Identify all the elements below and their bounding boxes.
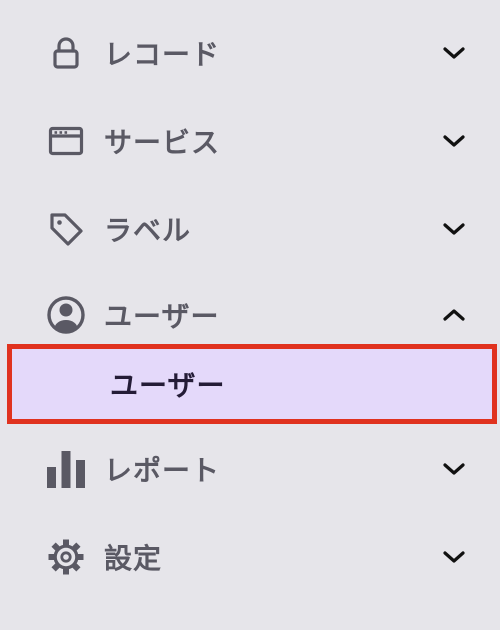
browser-window-icon	[44, 119, 88, 163]
menu-item-label: ラベル	[104, 214, 192, 247]
tag-icon	[44, 207, 88, 251]
user-circle-icon	[44, 293, 88, 337]
menu-item-label: サービス	[104, 126, 221, 159]
menu-item-label: ユーザー	[104, 300, 220, 333]
menu-item-label: レポート	[104, 454, 221, 487]
menu-item-label: レコード	[104, 38, 221, 71]
menu-item-records[interactable]: レコード	[0, 24, 500, 82]
chevron-up-icon[interactable]	[440, 301, 468, 329]
submenu-item-users[interactable]: ユーザー	[7, 344, 497, 424]
menu-item-labels[interactable]: ラベル	[0, 200, 500, 258]
chevron-down-icon[interactable]	[440, 455, 468, 483]
chevron-down-icon[interactable]	[440, 215, 468, 243]
chevron-down-icon[interactable]	[440, 543, 468, 571]
menu-item-label: 設定	[104, 542, 163, 575]
menu-item-settings[interactable]: 設定	[0, 528, 500, 586]
submenu-item-label: ユーザー	[110, 369, 226, 402]
menu-item-reports[interactable]: レポート	[0, 440, 500, 498]
bar-chart-icon	[44, 447, 88, 491]
gear-icon	[44, 535, 88, 579]
chevron-down-icon[interactable]	[440, 127, 468, 155]
menu-item-users[interactable]: ユーザー	[0, 286, 500, 344]
lock-icon	[44, 31, 88, 75]
chevron-down-icon[interactable]	[440, 39, 468, 67]
sidebar-menu: レコード サービス ラベル ユーザー ユーザー レポート 設定	[0, 0, 500, 630]
menu-item-services[interactable]: サービス	[0, 112, 500, 170]
